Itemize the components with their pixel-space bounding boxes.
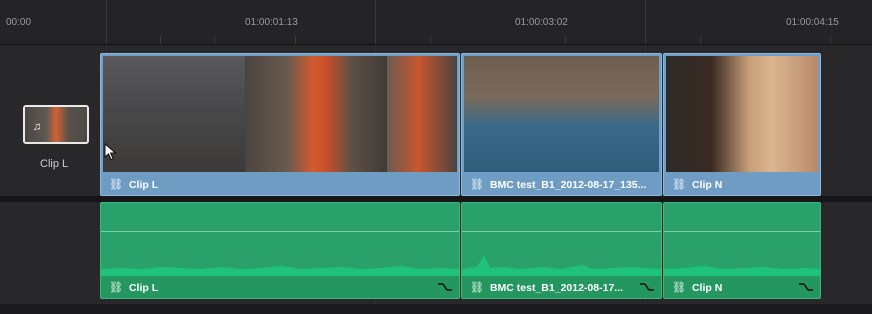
link-icon: ⛓: [109, 179, 123, 191]
clip-thumbnail-image: [666, 56, 818, 172]
clip-label-bar: ⛓ Clip L: [101, 276, 459, 298]
clip-thumbnail-image: [245, 56, 387, 172]
clip-thumbnails: [103, 56, 457, 172]
ruler-tick: [375, 0, 376, 44]
ruler-tick: [430, 36, 431, 44]
timeline-ruler[interactable]: 00:00 01:00:01:13 01:00:03:02 01:00:04:1…: [0, 0, 872, 45]
clip-thumbnail-image: [464, 56, 659, 172]
volume-line: [664, 231, 820, 232]
clip-label: Clip L: [128, 282, 159, 294]
mouse-cursor-icon: [104, 143, 117, 161]
ruler-tick: [160, 36, 161, 44]
audio-clip-clip-l[interactable]: ⛓ Clip L: [100, 202, 460, 299]
link-icon: ⛓: [470, 282, 484, 294]
clip-name: ⛓ Clip L: [109, 281, 158, 294]
ruler-tick: [700, 36, 701, 44]
volume-line: [462, 231, 661, 232]
music-note-icon: ♫: [32, 121, 42, 133]
clip-label: Clip N: [691, 179, 723, 191]
clip-label: Clip N: [691, 282, 723, 294]
clip-name: ⛓ Clip L: [109, 178, 158, 191]
audio-waveform: [462, 255, 661, 277]
ruler-tick: [106, 0, 107, 44]
ruler-tick: [645, 0, 646, 44]
audio-clip-clip-n[interactable]: ⛓ Clip N: [663, 202, 821, 299]
clip-label-bar: ⛓ BMC test_B1_2012-08-17_135...: [462, 173, 661, 195]
volume-curve-icon[interactable]: [798, 281, 814, 293]
audio-waveform: [101, 266, 459, 277]
clip-label: BMC test_B1_2012-08-17...: [489, 282, 624, 294]
timecode-label: 01:00:03:02: [515, 17, 568, 28]
clip-thumbnails: [666, 56, 818, 172]
clip-name: ⛓ Clip N: [672, 281, 722, 294]
clip-thumbnail-image: [387, 56, 457, 172]
timecode-label: 01:00:01:13: [245, 17, 298, 28]
clip-name: ⛓ BMC test_B1_2012-08-17_135...: [470, 178, 646, 191]
ruler-tick: [565, 36, 566, 44]
timecode-label: 00:00: [6, 17, 32, 28]
audio-waveform: [664, 266, 820, 277]
clip-name: ⛓ BMC test_B1_2012-08-17...: [470, 281, 623, 294]
volume-curve-icon[interactable]: [437, 281, 453, 293]
volume-line: [101, 231, 459, 232]
ruler-tick: [295, 36, 296, 44]
link-icon: ⛓: [109, 282, 123, 294]
link-icon: ⛓: [470, 179, 484, 191]
clip-thumbnail-image: [103, 56, 245, 172]
volume-curve-icon[interactable]: [639, 281, 655, 293]
clip-label-bar: ⛓ Clip L: [101, 173, 459, 195]
clip-label: BMC test_B1_2012-08-17_135...: [489, 179, 647, 191]
clip-label: Clip L: [128, 179, 159, 191]
link-icon: ⛓: [672, 179, 686, 191]
dragged-clip-label: Clip L: [40, 158, 69, 170]
clip-thumbnails: [464, 56, 659, 172]
video-clip-clip-l[interactable]: ⛓ Clip L: [100, 53, 460, 196]
timecode-label: 01:00:04:15: [786, 17, 839, 28]
video-clip-clip-n[interactable]: ⛓ Clip N: [663, 53, 821, 196]
clip-label-bar: ⛓ Clip N: [664, 173, 820, 195]
dragged-clip-thumbnail[interactable]: ♫: [23, 105, 89, 144]
link-icon: ⛓: [672, 282, 686, 294]
clip-name: ⛓ Clip N: [672, 178, 722, 191]
clip-label-bar: ⛓ Clip N: [664, 276, 820, 298]
video-clip-bmc-test[interactable]: ⛓ BMC test_B1_2012-08-17_135...: [461, 53, 662, 196]
clip-label-bar: ⛓ BMC test_B1_2012-08-17...: [462, 276, 661, 298]
ruler-tick: [830, 36, 831, 44]
audio-clip-bmc-test[interactable]: ⛓ BMC test_B1_2012-08-17...: [461, 202, 662, 299]
ruler-tick: [214, 36, 215, 44]
